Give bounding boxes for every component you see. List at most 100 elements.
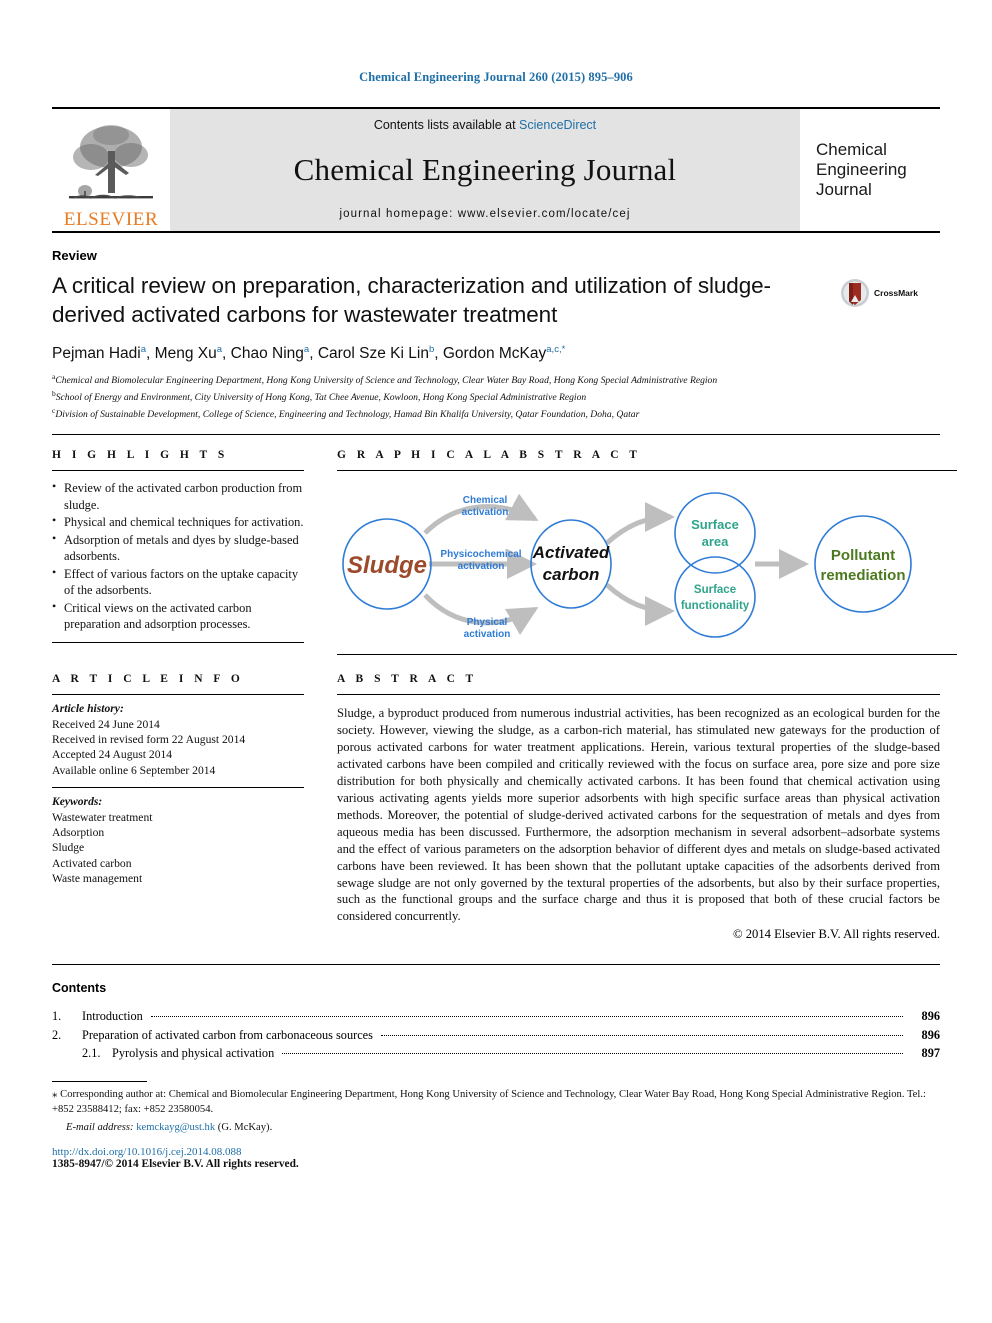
toc-leader-dots [380,1034,903,1036]
journal-masthead: ELSEVIER Contents lists available at Sci… [52,109,940,231]
article-type: Review [52,248,97,263]
affiliation-list: aChemical and Biomolecular Engineering D… [52,372,940,422]
issn-copyright: 1385-8947/© 2014 Elsevier B.V. All right… [52,1158,299,1171]
toc-label[interactable]: Preparation of activated carbon from car… [82,1026,378,1044]
author-sep-1: , [222,344,231,362]
highlights-column: H I G H L I G H T S Review of the activa… [52,449,304,655]
toc-label[interactable]: Introduction [82,1007,148,1025]
page-title: A critical review on preparation, charac… [52,273,771,327]
crossmark-icon [841,279,869,307]
table-of-contents: 1. Introduction 896 2. Preparation of ac… [52,1007,940,1062]
affiliation-a: aChemical and Biomolecular Engineering D… [52,372,940,388]
toc-page-number: 896 [921,1027,940,1042]
keywords-label: Keywords: [52,795,103,809]
title-row: A critical review on preparation, charac… [52,272,940,330]
title-block-rule [52,434,940,436]
list-item: Adsorption of metals and dyes by sludge-… [52,531,304,565]
arrow-to-surface-area [605,502,676,545]
crossmark-label: CrossMark [874,288,918,298]
ga-edge-physicochemical-line2: activation [458,561,505,572]
running-head: Chemical Engineering Journal 260 (2015) … [359,70,633,84]
affiliation-c: cDivision of Sustainable Development, Co… [52,406,940,422]
history-item: Accepted 24 August 2014 [52,748,173,762]
keyword-item: Activated carbon [52,856,132,870]
journal-homepage[interactable]: journal homepage: www.elsevier.com/locat… [339,208,630,220]
affiliation-text-a: Chemical and Biomolecular Engineering De… [55,374,718,386]
author-sep-0: , [146,344,155,362]
contents-rule [52,964,940,966]
footnote-rule [52,1080,147,1082]
footnote-star: ⁎ [52,1087,58,1100]
abstract-text: Sludge, a byproduct produced from numero… [337,706,940,924]
toc-page-number: 896 [921,1009,940,1024]
info-abstract-row: A R T I C L E I N F O Article history: R… [52,673,940,942]
ga-label-surface-area-line2: area [702,534,730,549]
article-info-rule-mid [52,787,304,789]
list-item: Review of the activated carbon productio… [52,479,304,513]
toc-label[interactable]: Pyrolysis and physical activation [112,1044,279,1062]
toc-leader-dots [282,1053,903,1055]
author-name-0: Pejman Hadi [52,344,141,362]
masthead-center: Contents lists available at ScienceDirec… [170,109,800,231]
affiliation-b: bSchool of Energy and Environment, City … [52,389,940,405]
list-item[interactable]: 2. Preparation of activated carbon from … [52,1026,940,1044]
cover-line-1: Chemical [816,139,887,159]
author-1: Meng Xua, [154,344,231,362]
list-item: Effect of various factors on the uptake … [52,565,304,599]
keywords-block: Keywords: Wastewater treatment Adsorptio… [52,794,304,886]
author-name-4: Gordon McKay [442,344,547,362]
crossmark-badge[interactable]: CrossMark [840,272,940,308]
arrow-to-surface-functionality [605,583,676,627]
doi-link[interactable]: http://dx.doi.org/10.1016/j.cej.2014.08.… [52,1146,940,1158]
contents-available-line: Contents lists available at ScienceDirec… [374,118,596,132]
ga-label-pollutant-line1: Pollutant [831,547,895,564]
abstract-heading: A B S T R A C T [337,673,478,686]
ga-diagram: Sludge Activated carbon Surface area Sur… [342,492,912,640]
corresponding-author-text: Corresponding author at: Chemical and Bi… [52,1088,926,1116]
toc-leader-dots [150,1016,903,1018]
keyword-item: Waste management [52,872,143,886]
ga-label-pollutant-line2: remediation [820,567,905,584]
author-sup-4: a,c,* [546,343,566,355]
keyword-item: Wastewater treatment [52,810,153,824]
ga-rule-top [337,470,957,472]
email-owner: (G. McKay). [217,1122,273,1134]
author-list: Pejman Hadia, Meng Xua, Chao Ninga, Caro… [52,344,940,363]
email-label: E-mail address: [66,1122,134,1134]
abstract-column: A B S T R A C T Sludge, a byproduct prod… [337,673,940,942]
column-gap [304,449,337,655]
affiliation-text-b: School of Energy and Environment, City U… [55,392,587,404]
highlights-rule-bottom [52,641,304,643]
list-item: Critical views on the activated carbon p… [52,599,304,633]
article-info-column: A R T I C L E I N F O Article history: R… [52,673,304,942]
author-name-1: Meng Xu [154,344,217,362]
history-item: Received 24 June 2014 [52,717,160,731]
circle-activated-carbon [530,519,612,609]
toc-number: 2. [52,1027,62,1042]
list-item: Physical and chemical techniques for act… [52,513,304,531]
author-3: Carol Sze Ki Linb, [318,344,443,362]
email-link[interactable]: kemckayg@ust.hk [136,1122,215,1133]
list-item[interactable]: 1. Introduction 896 [52,1007,940,1025]
contents-heading: Contents [52,981,107,996]
toc-page-number: 897 [921,1046,940,1061]
abstract-rule-top [337,694,940,696]
circle-surface-functionality [674,556,756,638]
elsevier-tree-icon [69,125,153,199]
cover-line-3: Journal [816,180,872,200]
toc-number: 1. [52,1009,62,1024]
article-info-heading: A R T I C L E I N F O [52,673,244,686]
ga-label-activated-carbon-line1: Activated [532,543,610,562]
graphical-abstract-heading: G R A P H I C A L A B S T R A C T [337,449,641,462]
author-sep-3: , [434,344,443,362]
contents-available-prefix: Contents lists available at [373,118,520,132]
affiliation-text-c: Division of Sustainable Development, Col… [55,409,640,421]
graphical-abstract-column: G R A P H I C A L A B S T R A C T Sludge… [337,449,957,656]
toc-number: 2.1. [82,1046,101,1061]
history-item: Received in revised form 22 August 2014 [52,732,246,746]
graphical-abstract-figure: Sludge Activated carbon Surface area Sur… [337,481,957,654]
sciencedirect-link[interactable]: ScienceDirect [519,118,596,132]
ga-label-surface-functionality-line1: Surface [694,584,736,596]
list-item[interactable]: 2.1. Pyrolysis and physical activation 8… [52,1044,940,1062]
paper-page: Chemical Engineering Journal 260 (2015) … [0,0,992,1323]
